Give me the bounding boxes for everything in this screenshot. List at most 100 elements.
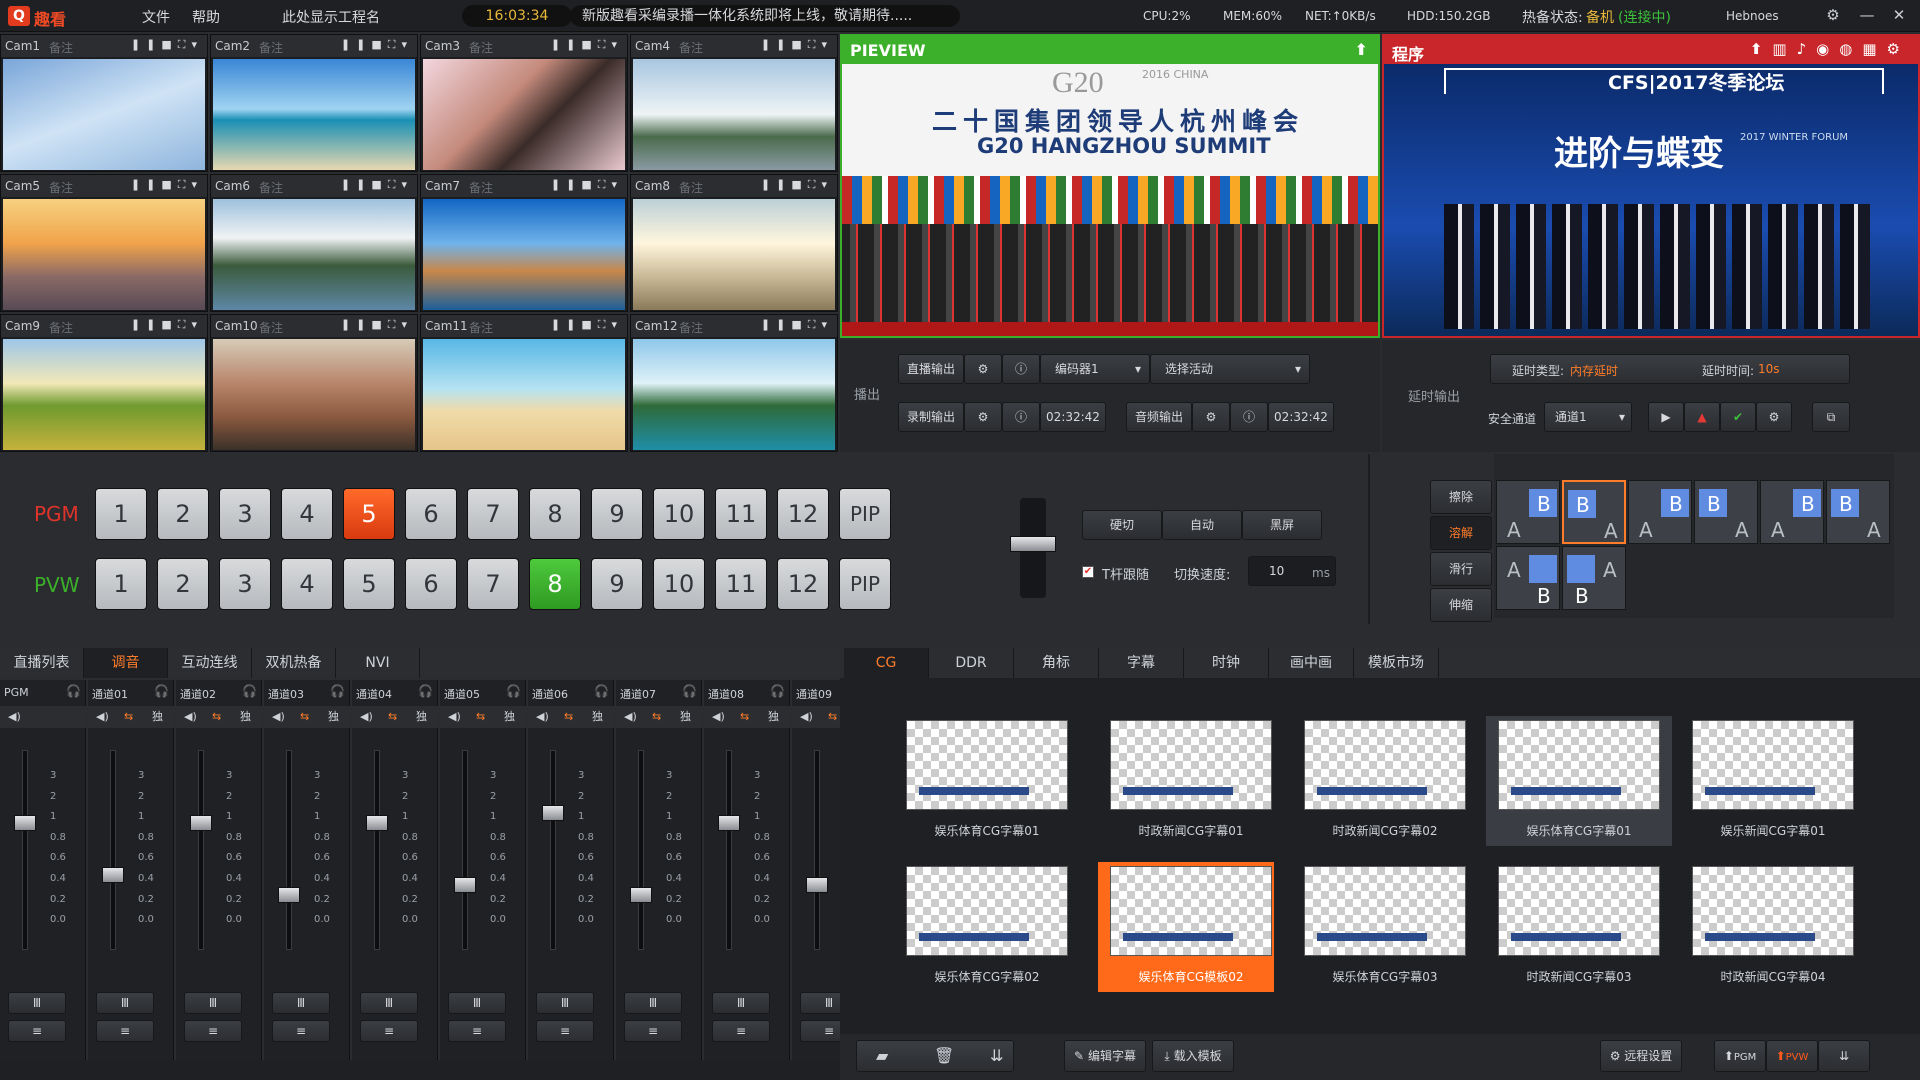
record-icon[interactable]: ■ — [371, 178, 387, 191]
cg-pvw-button[interactable]: ⬆PVW — [1766, 1040, 1818, 1072]
pause-icon[interactable]: ❚❚ — [131, 38, 161, 51]
transition-effect-4[interactable]: BA — [1694, 480, 1758, 544]
fullscreen-icon[interactable]: ⛶ — [178, 38, 192, 51]
cg-label[interactable]: 时政新闻CG字幕04 — [1688, 968, 1858, 985]
t-bar[interactable] — [1010, 498, 1056, 598]
pause-icon[interactable]: ❚❚ — [131, 318, 161, 331]
camera-tile[interactable]: Cam2 备注 ❚❚■⛶▾ — [210, 34, 418, 172]
channel-menu-button[interactable]: ≡ — [184, 1020, 242, 1042]
activity-select[interactable]: 选择活动 ▾ — [1150, 354, 1310, 384]
cg-thumbnail[interactable] — [1304, 720, 1466, 810]
pvw-button-12[interactable]: 12 — [777, 558, 829, 610]
channel-mute-button[interactable]: Ⅲ — [184, 992, 242, 1014]
live-settings-icon[interactable]: ⚙ — [964, 354, 1002, 384]
solo-icon[interactable]: 独 — [592, 706, 603, 728]
settings-icon[interactable]: ⚙ — [1822, 6, 1844, 26]
record-output-button[interactable]: 录制输出 — [898, 402, 964, 432]
dropdown-icon[interactable]: ▾ — [611, 38, 623, 51]
pvw-button-3[interactable]: 3 — [219, 558, 271, 610]
transition-effect-7[interactable]: BA — [1496, 546, 1560, 610]
swap-icon[interactable]: ⇆ — [300, 706, 309, 728]
pvw-button-1[interactable]: 1 — [95, 558, 147, 610]
cg-thumbnail[interactable] — [1304, 866, 1466, 956]
pgm-button-9[interactable]: 9 — [591, 488, 643, 540]
dropdown-icon[interactable]: ▾ — [401, 318, 413, 331]
record-settings-icon[interactable]: ⚙ — [964, 402, 1002, 432]
audio-info-icon[interactable]: ⓘ — [1230, 402, 1268, 432]
pgm-button-12[interactable]: 12 — [777, 488, 829, 540]
fader-knob[interactable] — [366, 815, 388, 831]
channel-menu-button[interactable]: ≡ — [96, 1020, 154, 1042]
transition-effect-8[interactable]: BA — [1562, 546, 1626, 610]
fullscreen-icon[interactable]: ⛶ — [808, 318, 822, 331]
audio-settings-icon[interactable]: ⚙ — [1192, 402, 1230, 432]
pause-icon[interactable]: ❚❚ — [551, 318, 581, 331]
dropdown-icon[interactable]: ▾ — [611, 318, 623, 331]
camera-tile[interactable]: Cam7 备注 ❚❚■⛶▾ — [420, 174, 628, 312]
audio-level-icon[interactable]: ▥ — [1772, 40, 1796, 58]
black-button[interactable]: 黑屏 — [1242, 510, 1322, 540]
mixer-tab-3[interactable]: 双机热备 — [252, 648, 336, 678]
cg-tab-0[interactable]: CG — [844, 648, 929, 678]
fader-knob[interactable] — [454, 877, 476, 893]
speaker-icon[interactable]: ◀) — [624, 706, 637, 728]
edit-subtitle-button[interactable]: ✎ 编辑字幕 — [1064, 1040, 1146, 1072]
cg-sort-icon[interactable]: ⇊ — [1818, 1040, 1870, 1072]
channel-menu-button[interactable]: ≡ — [536, 1020, 594, 1042]
fader-knob[interactable] — [14, 815, 36, 831]
volume-fader[interactable] — [542, 750, 564, 950]
record-icon[interactable]: ■ — [161, 38, 177, 51]
transition-effect-2[interactable]: BA — [1562, 480, 1626, 544]
camera-note[interactable]: 备注 — [679, 179, 703, 196]
cg-label[interactable]: 时政新闻CG字幕02 — [1300, 822, 1470, 839]
channel-mute-button[interactable]: Ⅲ — [536, 992, 594, 1014]
solo-icon[interactable]: 独 — [152, 706, 163, 728]
live-output-button[interactable]: 直播输出 — [898, 354, 964, 384]
dropdown-icon[interactable]: ▾ — [191, 38, 203, 51]
channel-mute-button[interactable]: Ⅲ — [360, 992, 418, 1014]
pvw-button-8[interactable]: 8 — [529, 558, 581, 610]
sort-icon[interactable]: ⇊ — [990, 1046, 1003, 1065]
transition-type-0[interactable]: 擦除 — [1430, 480, 1492, 514]
pause-icon[interactable]: ❚❚ — [761, 178, 791, 191]
camera-tile[interactable]: Cam11 备注 ❚❚■⛶▾ — [420, 314, 628, 452]
upload-icon[interactable]: ⬆ — [1750, 40, 1773, 58]
camera-tile[interactable]: Cam4 备注 ❚❚■⛶▾ — [630, 34, 838, 172]
channel-menu-button[interactable]: ≡ — [8, 1020, 66, 1042]
headphone-icon[interactable]: 🎧 — [506, 684, 521, 698]
channel-mute-button[interactable]: Ⅲ — [712, 992, 770, 1014]
channel-mute-button[interactable]: Ⅲ — [8, 992, 66, 1014]
play-icon[interactable]: ▶ — [1648, 402, 1684, 432]
dropdown-icon[interactable]: ▾ — [191, 178, 203, 191]
channel-menu-button[interactable]: ≡ — [272, 1020, 330, 1042]
remote-settings-button[interactable]: ⚙ 远程设置 — [1600, 1040, 1682, 1072]
camera-note[interactable]: 备注 — [49, 39, 73, 56]
shield-icon[interactable]: ✔ — [1720, 402, 1756, 432]
tbar-follow-checkbox[interactable]: ✔ — [1082, 566, 1094, 578]
user-menu[interactable]: Hebnoes — [1726, 9, 1779, 23]
cg-label[interactable]: 娱乐体育CG字幕02 — [902, 968, 1072, 985]
cg-label[interactable]: 娱乐体育CG字幕01 — [1494, 822, 1664, 839]
pvw-button-10[interactable]: 10 — [653, 558, 705, 610]
dropdown-icon[interactable]: ▾ — [821, 178, 833, 191]
fullscreen-icon[interactable]: ⛶ — [598, 318, 612, 331]
volume-icon[interactable]: ♪ — [1797, 40, 1817, 58]
pgm-button-5[interactable]: 5 — [343, 488, 395, 540]
pause-icon[interactable]: ❚❚ — [341, 38, 371, 51]
cg-label[interactable]: 娱乐新闻CG字幕01 — [1688, 822, 1858, 839]
mixer-scrollbar[interactable] — [0, 1060, 840, 1080]
settings-icon[interactable]: ⚙ — [1887, 40, 1910, 58]
dropdown-icon[interactable]: ▾ — [401, 178, 413, 191]
camera-tile[interactable]: Cam8 备注 ❚❚■⛶▾ — [630, 174, 838, 312]
swap-icon[interactable]: ⇆ — [740, 706, 749, 728]
pgm-button-4[interactable]: 4 — [281, 488, 333, 540]
fullscreen-icon[interactable]: ⛶ — [388, 38, 402, 51]
dropdown-icon[interactable]: ▾ — [401, 38, 413, 51]
pip-window-icon[interactable]: ⧉ — [1812, 402, 1850, 432]
pause-icon[interactable]: ❚❚ — [551, 38, 581, 51]
headphone-icon[interactable]: 🎧 — [154, 684, 169, 698]
cg-thumbnail[interactable] — [1110, 720, 1272, 810]
record-icon[interactable]: ■ — [371, 318, 387, 331]
t-bar-handle[interactable] — [1010, 536, 1056, 552]
pause-icon[interactable]: ❚❚ — [761, 318, 791, 331]
